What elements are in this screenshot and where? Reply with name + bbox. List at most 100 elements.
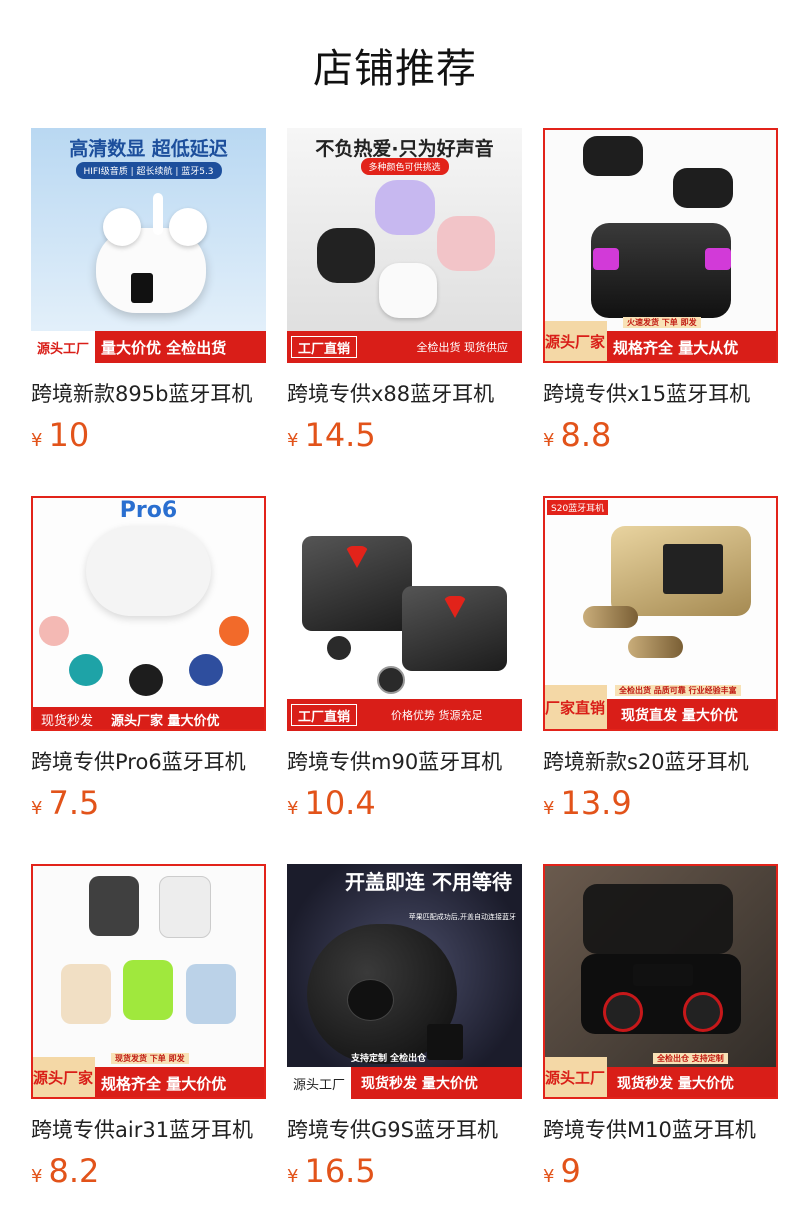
earbud-teal: [69, 654, 103, 686]
product-card[interactable]: 开盖即连 不用等待 苹果匹配成功后,开盖自动连接蓝牙 支持定制 全检出仓 源头工…: [287, 864, 522, 1204]
banner-minor-text: 现货发货 下单 即发: [111, 1053, 189, 1064]
earbud-blue: [189, 654, 223, 686]
promo-banner: 工厂直销 全检出货 现货供应: [287, 331, 522, 363]
earbud: [683, 992, 723, 1032]
banner-text: 源头厂家 量大价优: [111, 713, 220, 729]
banner-minor-text: 支持定制 全检出仓: [351, 1054, 427, 1064]
product-image[interactable]: 火速发货 下单 即发 源头厂家 规格齐全 量大从优: [543, 128, 778, 363]
earbud-case-clear-green: [123, 960, 173, 1020]
product-image[interactable]: 全检出仓 支持定制 源头工厂 现货秒发 量大价优: [543, 864, 778, 1099]
product-price: ¥14.5: [287, 416, 376, 454]
product-image[interactable]: 高清数显 超低延迟 HIFI级音质 | 超长续航 | 蓝牙5.3 源头工厂 量大…: [31, 128, 266, 363]
battery-display: [131, 273, 153, 303]
product-title[interactable]: 跨境专供x15蓝牙耳机: [543, 378, 778, 408]
product-image[interactable]: 工厂直销 价格优势 货源充足: [287, 496, 522, 731]
currency-symbol: ¥: [543, 430, 555, 451]
banner-text: 全检出货 现货供应: [416, 341, 509, 354]
product-image[interactable]: Pro6 现货秒发 源头厂家 量大价优: [31, 496, 266, 731]
product-card[interactable]: 现货发货 下单 即发 源头厂家 规格齐全 量大价优 跨境专供air31蓝牙耳机 …: [31, 864, 266, 1204]
banner-tag: 源头工厂: [287, 1067, 352, 1099]
price-value: 8.8: [560, 416, 612, 454]
image-topline: S20蓝牙耳机: [547, 500, 609, 515]
banner-text: 量大价优 全检出货: [101, 338, 227, 357]
product-price: ¥10.4: [287, 784, 376, 822]
product-card[interactable]: Pro6 现货秒发 源头厂家 量大价优 跨境专供Pro6蓝牙耳机 ¥7.5: [31, 496, 266, 836]
earbud-stem: [153, 193, 163, 235]
price-value: 13.9: [560, 784, 632, 822]
price-value: 16.5: [304, 1152, 376, 1190]
earbud-case-pink: [437, 216, 495, 271]
banner-minor-text: 火速发货 下单 即发: [623, 317, 701, 328]
image-subline: HIFI级音质 | 超长续航 | 蓝牙5.3: [75, 162, 222, 179]
earbud: [628, 636, 683, 658]
product-title[interactable]: 跨境专供air31蓝牙耳机: [31, 1114, 266, 1144]
promo-banner: 火速发货 下单 即发 源头厂家 规格齐全 量大从优: [543, 317, 778, 363]
earbud-case-black: [317, 228, 375, 283]
price-value: 10: [48, 416, 90, 454]
product-price: ¥9: [543, 1152, 581, 1190]
image-headline: 不负热爱·只为好声音: [315, 138, 494, 160]
rgb-light: [593, 248, 619, 270]
currency-symbol: ¥: [287, 1166, 299, 1187]
banner-text: 价格优势 货源充足: [391, 709, 483, 722]
earbud: [169, 208, 207, 246]
image-subline: 多种颜色可供挑选: [360, 158, 449, 175]
banner-text: 现货秒发 量大价优: [617, 1076, 734, 1092]
product-card[interactable]: S20蓝牙耳机 全检出货 品质可靠 行业经验丰富 厂家直销 现货直发 量大价优 …: [543, 496, 778, 836]
earbud-orange: [219, 616, 249, 646]
price-value: 9: [560, 1152, 581, 1190]
product-title[interactable]: 跨境专供Pro6蓝牙耳机: [31, 746, 266, 776]
image-headline: 开盖即连 不用等待: [345, 870, 512, 894]
currency-symbol: ¥: [31, 430, 43, 451]
earbud-case-gaming: [591, 223, 731, 318]
price-value: 7.5: [48, 784, 100, 822]
battery-display: [427, 1024, 463, 1060]
promo-banner: 全检出仓 支持定制 源头工厂 现货秒发 量大价优: [543, 1053, 778, 1099]
currency-symbol: ¥: [543, 1166, 555, 1187]
product-price: ¥7.5: [31, 784, 99, 822]
product-image[interactable]: 现货发货 下单 即发 源头厂家 规格齐全 量大价优: [31, 864, 266, 1099]
banner-tag: 厂家直销: [543, 685, 607, 731]
earbud-case: [86, 526, 211, 616]
earbud: [673, 168, 733, 208]
image-subline: 苹果匹配成功后,开盖自动连接蓝牙: [408, 913, 516, 921]
product-title[interactable]: 跨境新款s20蓝牙耳机: [543, 746, 778, 776]
earbud-case-clear-black: [89, 876, 139, 936]
earbud-case-clear-blue: [186, 964, 236, 1024]
product-image[interactable]: S20蓝牙耳机 全检出货 品质可靠 行业经验丰富 厂家直销 现货直发 量大价优: [543, 496, 778, 731]
banner-text: 规格齐全 量大价优: [101, 1074, 227, 1093]
currency-symbol: ¥: [287, 798, 299, 819]
banner-tag: 工厂直销: [291, 704, 358, 726]
product-price: ¥8.8: [543, 416, 611, 454]
earbud: [327, 636, 351, 660]
promo-banner: 源头工厂 量大价优 全检出货: [31, 331, 266, 363]
currency-symbol: ¥: [287, 430, 299, 451]
battery-display: [663, 544, 723, 594]
product-card[interactable]: 不负热爱·只为好声音 多种颜色可供挑选 工厂直销 全检出货 现货供应 跨境专供x…: [287, 128, 522, 468]
product-card[interactable]: 火速发货 下单 即发 源头厂家 规格齐全 量大从优 跨境专供x15蓝牙耳机 ¥8…: [543, 128, 778, 468]
earbud-black: [129, 664, 163, 696]
product-title[interactable]: 跨境专供m90蓝牙耳机: [287, 746, 522, 776]
product-card[interactable]: 工厂直销 价格优势 货源充足 跨境专供m90蓝牙耳机 ¥10.4: [287, 496, 522, 836]
product-price: ¥8.2: [31, 1152, 99, 1190]
product-title[interactable]: 跨境专供G9S蓝牙耳机: [287, 1114, 522, 1144]
product-card[interactable]: 高清数显 超低延迟 HIFI级音质 | 超长续航 | 蓝牙5.3 源头工厂 量大…: [31, 128, 266, 468]
banner-minor-text: 全检出货 品质可靠 行业经验丰富: [615, 685, 741, 696]
product-title[interactable]: 跨境专供x88蓝牙耳机: [287, 378, 522, 408]
image-headline: 高清数显 超低延迟: [69, 138, 228, 160]
product-title[interactable]: 跨境新款895b蓝牙耳机: [31, 378, 266, 408]
earbud: [583, 136, 643, 176]
banner-text: 现货秒发 量大价优: [361, 1076, 478, 1092]
product-image[interactable]: 不负热爱·只为好声音 多种颜色可供挑选 工厂直销 全检出货 现货供应: [287, 128, 522, 363]
earbud-case-lid: [583, 884, 733, 954]
banner-tag: 源头厂家: [31, 1057, 95, 1099]
price-value: 10.4: [304, 784, 376, 822]
product-card[interactable]: 全检出仓 支持定制 源头工厂 现货秒发 量大价优 跨境专供M10蓝牙耳机 ¥9: [543, 864, 778, 1204]
product-price: ¥13.9: [543, 784, 632, 822]
banner-minor-text: 全检出仓 支持定制: [653, 1053, 728, 1064]
battery-display: [633, 964, 693, 986]
promo-banner: 全检出货 品质可靠 行业经验丰富 厂家直销 现货直发 量大价优: [543, 685, 778, 731]
price-value: 14.5: [304, 416, 376, 454]
product-title[interactable]: 跨境专供M10蓝牙耳机: [543, 1114, 778, 1144]
product-image[interactable]: 开盖即连 不用等待 苹果匹配成功后,开盖自动连接蓝牙 支持定制 全检出仓 源头工…: [287, 864, 522, 1099]
